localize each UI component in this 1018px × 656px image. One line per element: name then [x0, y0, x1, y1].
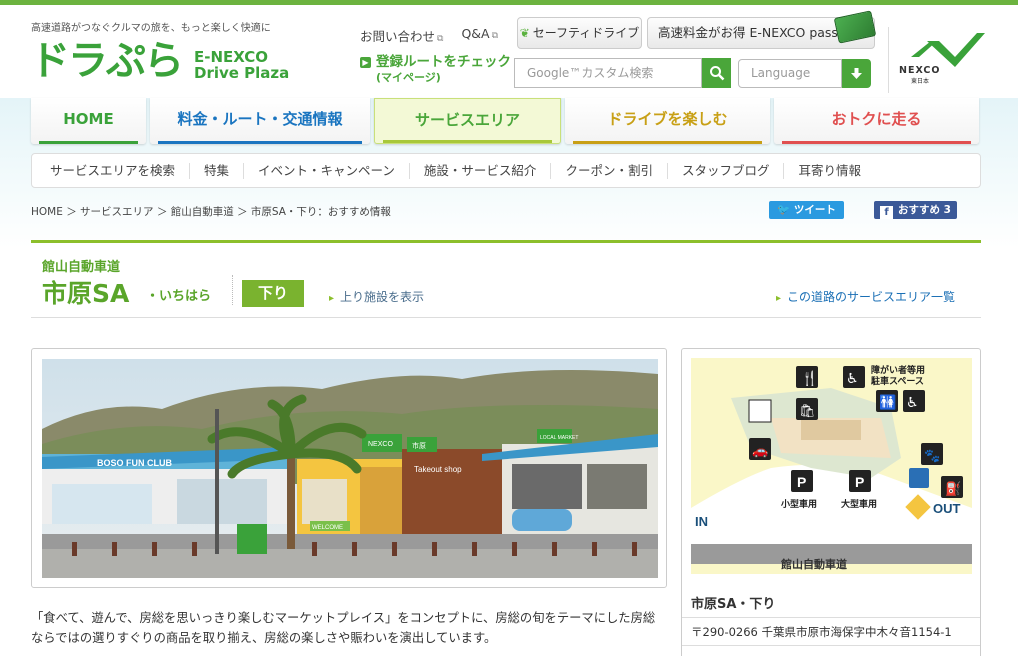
- nexco-text: NEXCO: [899, 65, 941, 76]
- safety-drive-label: セーフティドライブ: [532, 26, 640, 40]
- search-button[interactable]: [702, 58, 731, 88]
- subnav-staff-blog[interactable]: スタッフブログ: [668, 162, 785, 179]
- title-divider: [232, 275, 233, 305]
- toilet-icon: 🍴: [801, 370, 818, 387]
- map-divider-2: [682, 645, 980, 646]
- language-dropdown-button[interactable]: [842, 59, 871, 88]
- photo-sign-market: LOCAL MARKET: [540, 435, 578, 441]
- sa-building-image: BOSO FUN CLUB Takeout shop NEXCO 市原 LOCA…: [42, 359, 658, 578]
- safety-drive-button[interactable]: ❦ セーフティドライブ: [517, 17, 642, 49]
- map-out-label: OUT: [933, 501, 961, 516]
- sa-photo: BOSO FUN CLUB Takeout shop NEXCO 市原 LOCA…: [42, 359, 658, 578]
- sub-nav: サービスエリアを検索 特集 イベント・キャンペーン 施設・サービス紹介 クーポン…: [31, 153, 981, 188]
- sa-name: 市原SA: [42, 279, 130, 308]
- fb-count: 3: [943, 204, 951, 216]
- direction-badge: 下り: [242, 280, 304, 307]
- top-links: お問い合わせ ⧉ Q&A ⧉: [360, 26, 498, 45]
- site-header: 高速道路がつなぐクルマの旅を、もっと楽しく快適に ドラぷら E-NEXCO Dr…: [0, 5, 1018, 98]
- route-check-label: 登録ルートをチェック: [376, 54, 511, 70]
- leaf-icon: ❦: [519, 26, 530, 40]
- photo-sign-ichihara: 市原: [412, 441, 426, 450]
- breadcrumb[interactable]: HOME ＞ サービスエリア ＞ 館山自動車道 ＞ 市原SA・下り：おすすめ情報: [31, 204, 391, 219]
- shop-label-1: BOSO FUN CLUB: [97, 458, 172, 468]
- sa-kana: ・いちはら: [146, 289, 212, 304]
- tweet-label: ツイート: [793, 204, 836, 216]
- subnav-feature[interactable]: 特集: [190, 162, 245, 179]
- map-sa-name: 市原SA・下り: [691, 597, 776, 612]
- parking-large-icon: P: [855, 474, 864, 490]
- nav-deals[interactable]: おトクに走る: [774, 98, 979, 144]
- enexco-pass-label: 高速料金がお得 E-NEXCO pass: [658, 25, 838, 40]
- search-input[interactable]: Google™カスタム検索: [514, 58, 702, 88]
- external-link-icon: ⧉: [491, 31, 499, 41]
- map-in-label: IN: [695, 514, 708, 529]
- route-check-link[interactable]: ▶ 登録ルートをチェック (マイページ): [360, 55, 511, 85]
- wheelchair-icon: ♿: [846, 371, 859, 387]
- language-select[interactable]: Language: [738, 59, 842, 88]
- sa-photo-frame: BOSO FUN CLUB Takeout shop NEXCO 市原 LOCA…: [31, 348, 667, 588]
- up-facility-link[interactable]: 上り施設を表示: [329, 288, 424, 305]
- logo-jp: ドラぷら: [30, 38, 184, 84]
- shopping-icon: 🛍: [799, 403, 816, 419]
- down-arrow-icon: [851, 68, 862, 79]
- subnav-search-sa[interactable]: サービスエリアを検索: [32, 162, 191, 179]
- wheelchair-icon-2: ♿: [906, 395, 919, 411]
- fb-like-label: おすすめ: [898, 204, 940, 216]
- nav-home[interactable]: HOME: [31, 98, 146, 144]
- nav-service-area[interactable]: サービスエリア: [374, 98, 561, 144]
- map-small-car-label: 小型車用: [780, 498, 817, 510]
- qa-label: Q&A: [461, 26, 490, 41]
- map-road-label: 館山自動車道: [780, 557, 847, 571]
- contact-label: お問い合わせ: [360, 29, 436, 44]
- nav-drive[interactable]: ドライブを楽しむ: [565, 98, 770, 144]
- facebook-recommend-button[interactable]: f おすすめ 3: [874, 201, 957, 219]
- road-name: 館山自動車道: [42, 260, 121, 275]
- parking-small-icon: P: [797, 474, 806, 490]
- map-disabled-label: 障がい者等用駐車スペース: [871, 364, 925, 387]
- qa-link[interactable]: Q&A ⧉: [461, 26, 498, 45]
- arrow-icon: ▶: [360, 57, 371, 68]
- subnav-facilities[interactable]: 施設・サービス紹介: [410, 162, 552, 179]
- facebook-icon: f: [880, 206, 893, 219]
- road-sa-list-link[interactable]: この道路のサービスエリア一覧: [776, 288, 955, 305]
- gas-station-icon: ⛽: [945, 481, 961, 497]
- sa-description: 「食べて、遊んで、房総を思いっきり楽しむマーケットプレイス」をコンセプトに、房総…: [31, 611, 656, 645]
- subnav-events[interactable]: イベント・キャンペーン: [244, 162, 410, 179]
- map-address: 〒290-0266 千葉県市原市海保字中木々音1154-1: [691, 619, 952, 645]
- route-check-sub: (マイページ): [376, 71, 441, 84]
- map-large-car-label: 大型車用: [841, 498, 877, 510]
- nav-fare-route[interactable]: 料金・ルート・交通情報: [150, 98, 370, 144]
- tagline: 高速道路がつなぐクルマの旅を、もっと楽しく快適に: [31, 23, 271, 34]
- subnav-info[interactable]: 耳寄り情報: [784, 163, 875, 179]
- nexco-sub: 東日本: [911, 78, 930, 85]
- sa-layout-map: 館山自動車道 IN OUT 🍴 ♿ 障がい者等用駐車スペース 🚻 ♿ 🛍 🚗 🐾…: [691, 358, 972, 574]
- site-logo[interactable]: ドラぷら E-NEXCO Drive Plaza: [30, 41, 289, 81]
- global-nav: HOME 料金・ルート・交通情報 サービスエリア ドライブを楽しむ おトクに走る: [31, 98, 981, 144]
- external-link-icon: ⧉: [437, 34, 444, 44]
- tweet-button[interactable]: 🐦 ツイート: [769, 201, 844, 219]
- restroom-icon: 🚻: [879, 394, 896, 411]
- car-icon: 🚗: [752, 444, 768, 459]
- sa-map[interactable]: 館山自動車道 IN OUT 🍴 ♿ 障がい者等用駐車スペース 🚻 ♿ 🛍 🚗 🐾…: [691, 358, 972, 574]
- shop-label-2: Takeout shop: [414, 465, 462, 474]
- map-divider: [682, 617, 980, 618]
- photo-sign-welcome: WELCOME: [312, 525, 343, 531]
- nexco-logo[interactable]: NEXCO 東日本: [888, 27, 988, 93]
- twitter-icon: 🐦: [777, 204, 794, 216]
- map-address-text: 〒290-0266 千葉県市原市海保字中木々音1154-1: [691, 625, 952, 639]
- contact-link[interactable]: お問い合わせ ⧉: [360, 26, 443, 45]
- subnav-coupons[interactable]: クーポン・割引: [551, 162, 668, 179]
- sa-title-box: 館山自動車道 市原SA ・いちはら 下り 上り施設を表示 この道路のサービスエリ…: [31, 240, 981, 318]
- sa-map-frame: 館山自動車道 IN OUT 🍴 ♿ 障がい者等用駐車スペース 🚻 ♿ 🛍 🚗 🐾…: [681, 348, 981, 656]
- photo-sign-nexco: NEXCO: [368, 441, 393, 448]
- pet-icon: 🐾: [924, 449, 940, 464]
- logo-en: E-NEXCO Drive Plaza: [194, 49, 289, 81]
- search-icon: [710, 66, 725, 81]
- logo-en-line2: Drive Plaza: [194, 64, 290, 82]
